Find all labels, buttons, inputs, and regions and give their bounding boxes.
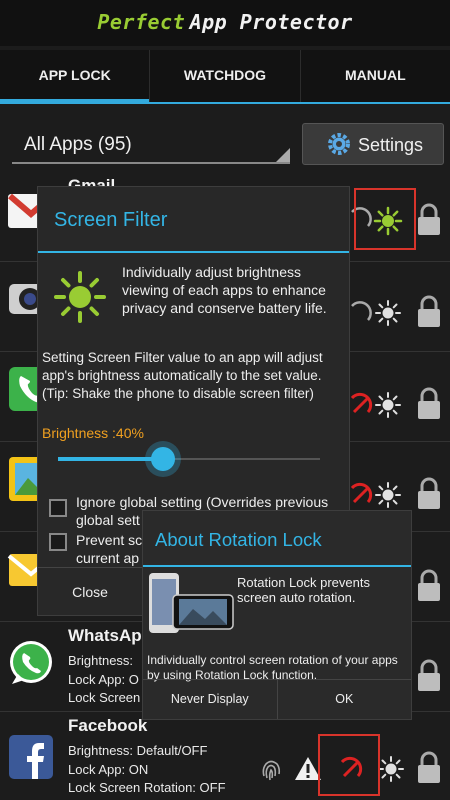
lock-app-info: Lock App: ON — [68, 762, 149, 777]
lock-screen-info: Lock Screen — [68, 690, 141, 705]
slider-thumb[interactable] — [151, 447, 175, 471]
tab-divider — [0, 102, 450, 104]
close-button[interactable]: Close — [38, 568, 142, 615]
dialog-description: Individually adjust brightness viewing o… — [122, 264, 327, 316]
rotation-lock-icon[interactable] — [346, 390, 374, 418]
brightness-label: Brightness :40% — [42, 425, 144, 441]
prevent-checkbox[interactable] — [49, 533, 67, 551]
app-title-part2: App Protector — [189, 10, 353, 34]
tab-bar: APP LOCK WATCHDOG MANUAL — [0, 50, 450, 104]
ignore-global-label-line1: Ignore global setting (Overrides previou… — [76, 494, 329, 510]
app-row-facebook[interactable]: Facebook Brightness: Default/OFF Lock Ap… — [0, 712, 450, 800]
dialog-detail: Setting Screen Filter value to an app wi… — [42, 350, 323, 401]
dialog-title-divider — [38, 251, 349, 253]
padlock-icon[interactable] — [416, 294, 442, 328]
tab-app-lock[interactable]: APP LOCK — [0, 50, 151, 104]
fingerprint-icon[interactable] — [256, 754, 286, 784]
gear-icon — [328, 133, 350, 155]
filter-bar: All Apps (95) Settings — [0, 120, 450, 172]
rotation-icon[interactable] — [346, 298, 374, 326]
prevent-label-line2: current ap — [76, 550, 140, 566]
brightness-slider[interactable] — [58, 447, 320, 471]
lock-app-info: Lock App: O — [68, 672, 139, 687]
settings-button[interactable]: Settings — [302, 123, 444, 165]
rotation-lock-icon[interactable] — [346, 480, 374, 508]
prevent-label-line1: Prevent sc — [76, 532, 143, 548]
brightness-sun-icon[interactable] — [373, 390, 403, 420]
app-filter-spinner[interactable]: All Apps (95) — [12, 126, 290, 164]
brightness-sun-icon[interactable] — [373, 480, 403, 510]
dialog-title: About Rotation Lock — [155, 529, 322, 550]
padlock-icon[interactable] — [416, 476, 442, 510]
dialog-description: Rotation Lock prevents screen auto rotat… — [237, 575, 370, 605]
ignore-global-checkbox[interactable] — [49, 499, 67, 517]
brightness-info: Brightness: — [68, 653, 134, 668]
ignore-global-label-line2: global sett — [76, 512, 140, 528]
padlock-icon[interactable] — [416, 750, 442, 784]
dialog-title: Screen Filter — [54, 209, 168, 231]
settings-label: Settings — [358, 135, 424, 155]
padlock-icon[interactable] — [416, 658, 442, 692]
brightness-sun-icon[interactable] — [373, 298, 403, 328]
never-display-button[interactable]: Never Display — [143, 680, 277, 719]
rotation-lock-dialog: About Rotation Lock Rotation Lock preven… — [142, 510, 412, 720]
phone-rotation-illustration — [149, 573, 234, 633]
app-name: Facebook — [68, 716, 148, 735]
brightness-sun-icon — [54, 271, 106, 323]
tab-manual[interactable]: MANUAL — [301, 50, 450, 104]
highlight-frame — [354, 188, 416, 250]
app-title-part1: Perfect — [97, 10, 186, 34]
slider-fill — [58, 457, 163, 461]
app-title-bar: Perfect App Protector — [0, 0, 450, 46]
dialog-title-divider — [143, 565, 411, 567]
padlock-icon[interactable] — [416, 386, 442, 420]
lock-screen-info: Lock Screen Rotation: OFF — [68, 780, 226, 795]
highlight-frame — [318, 734, 380, 796]
tab-watchdog[interactable]: WATCHDOG — [150, 50, 301, 104]
app-name: WhatsAp — [68, 626, 142, 645]
brightness-info: Brightness: Default/OFF — [68, 743, 208, 758]
whatsapp-icon — [10, 641, 52, 684]
ok-button[interactable]: OK — [276, 680, 412, 719]
facebook-icon — [9, 735, 53, 779]
padlock-icon[interactable] — [416, 568, 442, 602]
dropdown-corner-icon — [276, 148, 290, 162]
padlock-icon[interactable] — [416, 202, 442, 236]
app-filter-label: All Apps (95) — [24, 134, 132, 155]
brightness-sun-icon[interactable] — [376, 754, 406, 784]
dialog-button-bar: Never Display OK — [143, 679, 411, 719]
